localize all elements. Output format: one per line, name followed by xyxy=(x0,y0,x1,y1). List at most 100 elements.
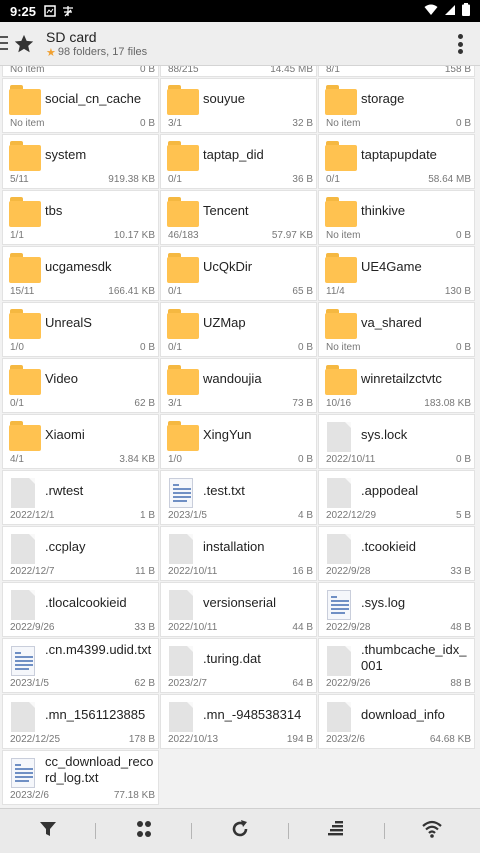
file-icon xyxy=(325,475,357,508)
grid-item-partial[interactable]: No item 0 B xyxy=(2,66,159,77)
file-icon xyxy=(9,699,41,732)
file-item[interactable]: .cn.m4399.udid.txt 2023/1/5 62 B xyxy=(2,638,159,693)
location-title-block[interactable]: SD card ★ 98 folders, 17 files xyxy=(46,29,147,59)
drawer-menu-icon[interactable] xyxy=(0,36,8,50)
folder-item[interactable]: XingYun 1/0 0 B xyxy=(160,414,317,469)
file-icon xyxy=(167,587,199,620)
folder-item[interactable]: tbs 1/1 10.17 KB xyxy=(2,190,159,245)
folder-icon xyxy=(9,195,41,227)
file-item[interactable]: .test.txt 2023/1/5 4 B xyxy=(160,470,317,525)
item-count: No item xyxy=(326,118,361,129)
apps-button[interactable] xyxy=(96,809,191,853)
item-name: Tencent xyxy=(203,203,249,218)
file-item[interactable]: sys.lock 2022/10/11 0 B xyxy=(318,414,475,469)
app-bar: SD card ★ 98 folders, 17 files xyxy=(0,22,480,66)
more-options-icon[interactable] xyxy=(456,34,464,54)
folder-item[interactable]: wandoujia 3/1 73 B xyxy=(160,358,317,413)
file-item[interactable]: download_info 2023/2/6 64.68 KB xyxy=(318,694,475,749)
file-icon xyxy=(325,419,357,452)
file-item[interactable]: cc_download_record_log.txt 2023/2/6 77.18 … xyxy=(2,750,159,805)
folder-item[interactable]: va_shared No item 0 B xyxy=(318,302,475,357)
folder-item[interactable]: ucgamesdk 15/11 166.41 KB xyxy=(2,246,159,301)
folder-item[interactable]: UZMap 0/1 0 B xyxy=(160,302,317,357)
folder-item[interactable]: UcQkDir 0/1 65 B xyxy=(160,246,317,301)
item-size: 0 B xyxy=(455,454,471,465)
item-name: installation xyxy=(203,539,265,554)
item-name: .sys.log xyxy=(361,595,406,610)
item-size: 0 B xyxy=(139,342,155,353)
file-icon xyxy=(167,531,199,564)
folder-item[interactable]: UE4Game 11/4 130 B xyxy=(318,246,475,301)
file-item[interactable]: .sys.log 2022/9/28 48 B xyxy=(318,582,475,637)
item-name: cc_download_record_log.txt xyxy=(45,754,154,785)
filter-button[interactable] xyxy=(0,809,95,853)
folder-icon xyxy=(9,307,41,339)
item-size: 919.38 KB xyxy=(108,174,155,185)
file-item[interactable]: .tcookieid 2022/9/28 33 B xyxy=(318,526,475,581)
item-size: 77.18 KB xyxy=(113,790,155,801)
item-size: 0 B xyxy=(139,66,155,75)
folder-item[interactable]: storage No item 0 B xyxy=(318,78,475,133)
folder-icon xyxy=(9,251,41,283)
file-item[interactable]: .mn_1561123885 2022/12/25 178 B xyxy=(2,694,159,749)
wifi-button[interactable] xyxy=(385,809,480,853)
folder-item[interactable]: Xiaomi 4/1 3.84 KB xyxy=(2,414,159,469)
file-item[interactable]: .ccplay 2022/12/7 11 B xyxy=(2,526,159,581)
item-name: .tlocalcookieid xyxy=(45,595,127,610)
file-icon xyxy=(325,699,357,732)
folder-item[interactable]: Video 0/1 62 B xyxy=(2,358,159,413)
folder-item[interactable]: winretailzctvtc 10/16 183.08 KB xyxy=(318,358,475,413)
item-name: .test.txt xyxy=(203,483,245,498)
file-item[interactable]: installation 2022/10/11 16 B xyxy=(160,526,317,581)
item-date: 2022/10/11 xyxy=(168,622,218,633)
folder-item[interactable]: social_cn_cache No item 0 B xyxy=(2,78,159,133)
folder-item[interactable]: taptapupdate 0/1 58.64 MB xyxy=(318,134,475,189)
sort-button[interactable] xyxy=(289,809,384,853)
folder-icon xyxy=(325,139,357,171)
item-size: 158 B xyxy=(444,66,471,75)
item-count: 15/11 xyxy=(10,286,35,297)
item-size: 33 B xyxy=(134,622,155,633)
folder-item[interactable]: taptap_did 0/1 36 B xyxy=(160,134,317,189)
item-count: 5/11 xyxy=(10,174,29,185)
item-name: thinkive xyxy=(361,203,406,218)
file-item[interactable]: versionserial 2022/10/11 44 B xyxy=(160,582,317,637)
item-count: 0/1 xyxy=(168,174,182,185)
folder-item[interactable]: UnrealS 1/0 0 B xyxy=(2,302,159,357)
file-item[interactable]: .thumbcache_idx_001 2022/9/26 88 B xyxy=(318,638,475,693)
item-count: 3/1 xyxy=(168,118,182,129)
item-name: Video xyxy=(45,371,79,386)
item-size: 58.64 MB xyxy=(428,174,471,185)
refresh-icon xyxy=(230,819,250,844)
item-size: 44 B xyxy=(292,622,313,633)
file-item[interactable]: .rwtest 2022/12/1 1 B xyxy=(2,470,159,525)
notification-icon xyxy=(44,5,56,17)
item-date: 2023/1/5 xyxy=(10,678,49,689)
file-item[interactable]: .mn_-948538314 2022/10/13 194 B xyxy=(160,694,317,749)
folder-item[interactable]: souyue 3/1 32 B xyxy=(160,78,317,133)
file-item[interactable]: .turing.dat 2023/2/7 64 B xyxy=(160,638,317,693)
item-name: taptap_did xyxy=(203,147,264,162)
folder-item[interactable]: thinkive No item 0 B xyxy=(318,190,475,245)
filter-icon xyxy=(38,819,58,844)
grid-item-partial[interactable]: 8/1 158 B xyxy=(318,66,475,77)
item-name: .cn.m4399.udid.txt xyxy=(45,642,152,657)
folder-item[interactable]: system 5/11 919.38 KB xyxy=(2,134,159,189)
grid-item-partial[interactable]: 88/215 14.45 MB xyxy=(160,66,317,77)
refresh-button[interactable] xyxy=(192,809,287,853)
item-name: download_info xyxy=(361,707,445,722)
item-date: 2022/9/28 xyxy=(326,566,371,577)
file-icon xyxy=(325,643,357,676)
item-name: ucgamesdk xyxy=(45,259,112,274)
file-item[interactable]: .tlocalcookieid 2022/9/26 33 B xyxy=(2,582,159,637)
file-icon xyxy=(167,643,199,676)
item-count: No item xyxy=(10,118,45,129)
item-size: 48 B xyxy=(450,622,471,633)
item-name: UnrealS xyxy=(45,315,92,330)
folder-item[interactable]: Tencent 46/183 57.97 KB xyxy=(160,190,317,245)
file-item[interactable]: .appodeal 2022/12/29 5 B xyxy=(318,470,475,525)
item-date: 2022/10/11 xyxy=(326,454,376,465)
item-date: 2022/9/26 xyxy=(10,622,55,633)
bookmark-star-icon[interactable] xyxy=(10,30,38,58)
status-bar: 9:25 xyxy=(0,0,480,22)
